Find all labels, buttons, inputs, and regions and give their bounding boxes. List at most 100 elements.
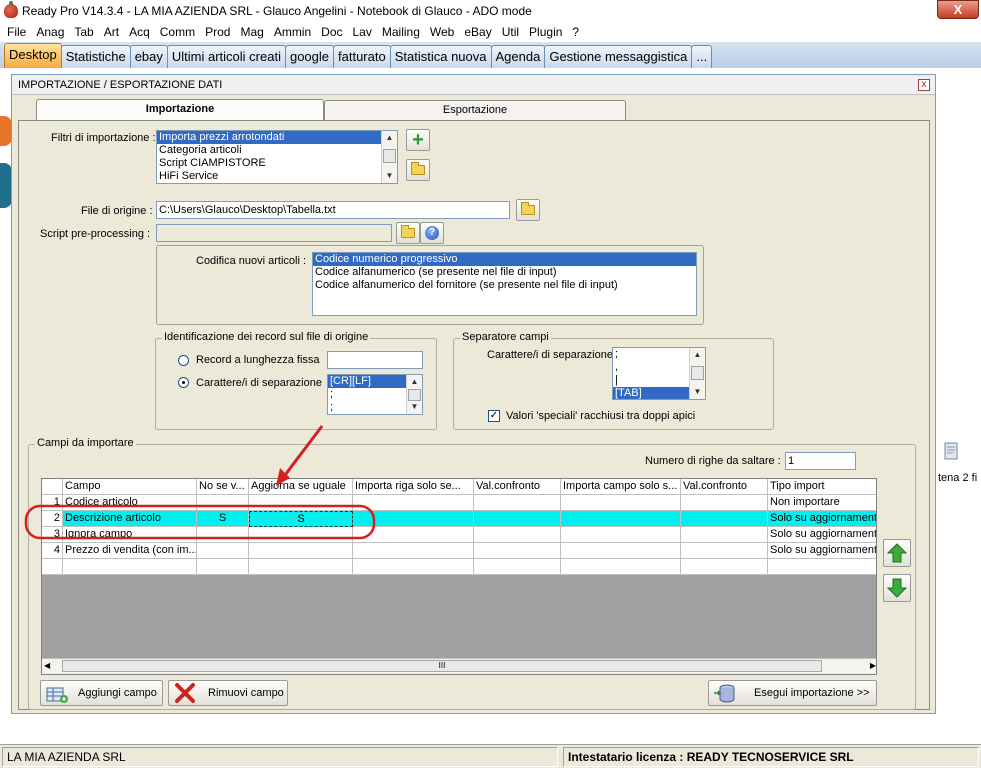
encoding-listbox[interactable]: Codice numerico progressivo Codice alfan…	[312, 252, 697, 316]
scroll-thumb[interactable]	[383, 149, 396, 163]
cell-no-se-vuoto[interactable]	[197, 527, 249, 543]
encoding-option[interactable]: Codice numerico progressivo	[313, 253, 696, 266]
tab-statistiche[interactable]: Statistiche	[60, 45, 131, 68]
add-field-button[interactable]: Aggiungi campo	[40, 680, 163, 706]
menu-ebay[interactable]: eBay	[459, 25, 496, 39]
open-filter-button[interactable]	[406, 159, 430, 181]
col-header-importa-campo[interactable]: Importa campo solo s...	[561, 479, 681, 495]
source-file-input[interactable]: C:\Users\Glauco\Desktop\Tabella.txt	[156, 201, 510, 219]
menu-mag[interactable]: Mag	[235, 25, 268, 39]
col-header-no-se-vuoto[interactable]: No se v...	[197, 479, 249, 495]
menu-lav[interactable]: Lav	[348, 25, 377, 39]
remove-field-button[interactable]: Rimuovi campo	[168, 680, 288, 706]
tab-ultimi-articoli[interactable]: Ultimi articoli creati	[166, 45, 286, 68]
scroll-left-icon[interactable]: ◀	[44, 661, 50, 670]
run-import-button[interactable]: Esegui importazione >>	[708, 680, 877, 706]
cell-aggiorna[interactable]	[249, 495, 353, 511]
cell-val-confronto[interactable]	[474, 495, 561, 511]
separator-radio[interactable]	[178, 377, 189, 388]
tab-gestione-messaggistica[interactable]: Gestione messaggistica	[544, 45, 693, 68]
menu-help[interactable]: ?	[567, 25, 584, 39]
scroll-right-icon[interactable]: ▶	[870, 661, 876, 670]
col-header-importa-riga[interactable]: Importa riga solo se...	[353, 479, 474, 495]
browse-source-button[interactable]	[516, 199, 540, 221]
filter-option[interactable]: Script CIAMPISTORE	[157, 157, 397, 170]
col-header-campo[interactable]: Campo	[63, 479, 197, 495]
cell-importa-campo[interactable]	[561, 511, 681, 527]
cell-val-confronto-2[interactable]	[681, 511, 768, 527]
cell-importa-riga[interactable]	[353, 495, 474, 511]
menu-comm[interactable]: Comm	[155, 25, 200, 39]
scroll-up-icon[interactable]: ▲	[407, 375, 422, 389]
tab-agenda[interactable]: Agenda	[490, 45, 546, 68]
filter-option[interactable]: Importa prezzi arrotondati	[157, 131, 381, 144]
fixed-length-input[interactable]	[327, 351, 423, 369]
fields-grid[interactable]: Campo No se v... Aggiorna se uguale Impo…	[41, 478, 877, 675]
menu-anag[interactable]: Anag	[31, 25, 69, 39]
record-sep-scrollbar[interactable]: ▲ ▼	[406, 375, 422, 414]
cell-val-confronto[interactable]	[474, 527, 561, 543]
scroll-thumb[interactable]	[691, 366, 704, 380]
tab-ebay[interactable]: ebay	[129, 45, 168, 68]
special-values-checkbox[interactable]: ✓	[488, 410, 500, 422]
script-input[interactable]	[156, 224, 392, 242]
cell-importa-riga[interactable]	[353, 559, 474, 575]
cell-no-se-vuoto[interactable]	[197, 559, 249, 575]
cell-importa-riga[interactable]	[353, 511, 474, 527]
cell-no-se-vuoto[interactable]: S	[197, 511, 249, 527]
cell-val-confronto-2[interactable]	[681, 559, 768, 575]
field-separator-listbox[interactable]: ; , | [TAB] ▲ ▼	[612, 347, 706, 400]
menu-ammin[interactable]: Ammin	[269, 25, 316, 39]
cell-campo[interactable]	[63, 559, 197, 575]
scroll-down-icon[interactable]: ▼	[407, 400, 422, 414]
skip-rows-input[interactable]: 1	[785, 452, 856, 470]
dialog-close-button[interactable]: x	[918, 79, 930, 91]
col-header-val-confronto-2[interactable]: Val.confronto	[681, 479, 768, 495]
cell-tipo-import[interactable]: Solo su aggiornamenti	[768, 527, 876, 543]
encoding-option[interactable]: Codice alfanumerico (se presente nel fil…	[313, 266, 696, 279]
cell-val-confronto-2[interactable]	[681, 495, 768, 511]
cell-aggiorna[interactable]: S	[249, 511, 353, 527]
scroll-down-icon[interactable]: ▼	[382, 169, 397, 183]
tab-fatturato[interactable]: fatturato	[333, 45, 391, 68]
tab-importazione[interactable]: Importazione	[36, 99, 324, 121]
grid-horizontal-scrollbar[interactable]: ◀ III ▶	[42, 658, 876, 674]
tab-desktop[interactable]: Desktop	[4, 43, 62, 68]
move-up-button[interactable]	[883, 539, 911, 567]
encoding-option[interactable]: Codice alfanumerico del fornitore (se pr…	[313, 279, 696, 292]
cell-campo[interactable]: Prezzo di vendita (con im...	[63, 543, 197, 559]
cell-campo[interactable]: Ignora campo	[63, 527, 197, 543]
cell-importa-riga[interactable]	[353, 543, 474, 559]
col-header-val-confronto[interactable]: Val.confronto	[474, 479, 561, 495]
tab-esportazione[interactable]: Esportazione	[324, 100, 626, 120]
cell-val-confronto[interactable]	[474, 511, 561, 527]
cell-val-confronto[interactable]	[474, 543, 561, 559]
menu-prod[interactable]: Prod	[200, 25, 235, 39]
move-down-button[interactable]	[883, 574, 911, 602]
fixed-length-radio[interactable]	[178, 355, 189, 366]
cell-no-se-vuoto[interactable]	[197, 543, 249, 559]
menu-tab[interactable]: Tab	[69, 25, 98, 39]
scroll-up-icon[interactable]: ▲	[382, 131, 397, 145]
cell-no-se-vuoto[interactable]	[197, 495, 249, 511]
cell-val-confronto[interactable]	[474, 559, 561, 575]
record-sep-option[interactable]: [CR][LF]	[328, 375, 406, 388]
menu-acq[interactable]: Acq	[124, 25, 155, 39]
cell-tipo-import[interactable]	[768, 559, 876, 575]
script-help-button[interactable]: ?	[420, 222, 444, 244]
cell-campo[interactable]: Codice articolo	[63, 495, 197, 511]
cell-tipo-import[interactable]: Solo su aggiornamenti	[768, 511, 876, 527]
record-separator-listbox[interactable]: [CR][LF] ; ; ▲ ▼	[327, 374, 423, 415]
menu-art[interactable]: Art	[99, 25, 124, 39]
scroll-down-icon[interactable]: ▼	[690, 385, 705, 399]
cell-tipo-import[interactable]: Solo su aggiornamenti	[768, 543, 876, 559]
menu-doc[interactable]: Doc	[316, 25, 347, 39]
tab-more[interactable]: ...	[691, 45, 713, 68]
cell-importa-campo[interactable]	[561, 543, 681, 559]
field-sep-scrollbar[interactable]: ▲ ▼	[689, 348, 705, 399]
cell-tipo-import[interactable]: Non importare	[768, 495, 876, 511]
tab-statistica-nuova[interactable]: Statistica nuova	[389, 45, 492, 68]
tab-google[interactable]: google	[284, 45, 335, 68]
cell-aggiorna[interactable]	[249, 543, 353, 559]
cell-aggiorna[interactable]	[249, 527, 353, 543]
